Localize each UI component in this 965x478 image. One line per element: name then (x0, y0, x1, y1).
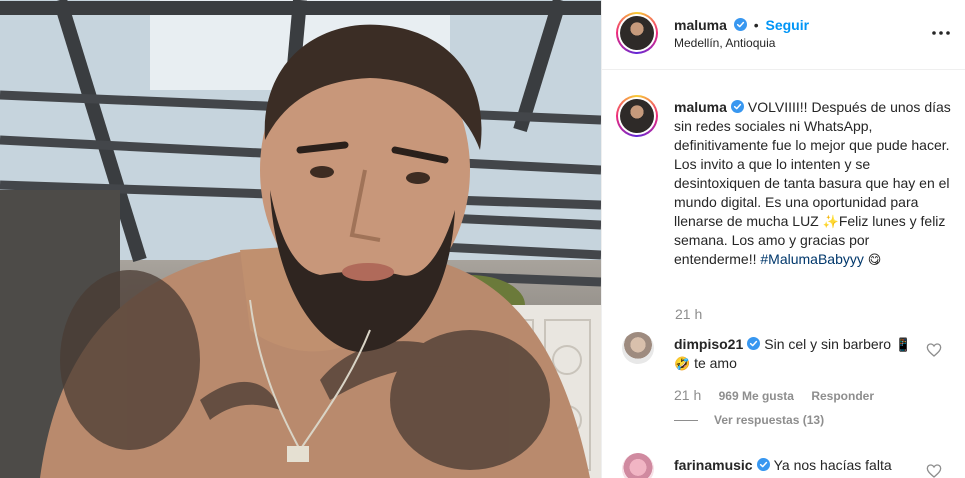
caption-username[interactable]: maluma (674, 99, 727, 115)
post-photo[interactable] (0, 0, 601, 478)
laughing-emoji: 🤣 (674, 356, 691, 371)
heart-icon[interactable] (926, 342, 942, 358)
comment-avatar[interactable] (622, 332, 654, 364)
caption-timestamp[interactable]: 21 h (675, 306, 702, 322)
author-username[interactable]: maluma (674, 17, 727, 33)
verified-badge-icon (730, 100, 744, 113)
header-user-line: maluma • Seguir (674, 17, 809, 33)
post-caption: maluma VOLVIIII!! Después de unos días si… (674, 98, 954, 269)
comment-text: Sin cel y sin barbero (764, 336, 892, 352)
caption-text: VOLVIIII!! Después de unos días sin rede… (674, 99, 951, 229)
sparkles-emoji: ✨ (822, 214, 839, 229)
comment-text: Ya nos hacías falta (773, 457, 892, 473)
comment-item: dimpiso21 Sin cel y sin barbero 📱 🤣 te am… (674, 335, 924, 373)
phone-emoji: 📱 (894, 337, 912, 352)
view-replies-label: Ver respuestas (13) (714, 413, 825, 427)
comment-text-2: te amo (694, 355, 737, 371)
selfie-image (0, 0, 601, 478)
replies-divider (674, 419, 698, 421)
separator-dot: • (753, 17, 759, 33)
verified-badge-icon (756, 458, 770, 471)
comment-username[interactable]: farinamusic (674, 457, 753, 473)
caption-hashtag[interactable]: #MalumaBabyyy (760, 251, 864, 267)
comment-item: farinamusic Ya nos hacías falta (674, 456, 924, 475)
caption-author-avatar[interactable] (616, 95, 658, 137)
view-replies-button[interactable]: Ver respuestas (13) (674, 413, 824, 427)
post-side-panel: maluma • Seguir Medellín, Antioquia malu… (601, 0, 965, 478)
post-header: maluma • Seguir Medellín, Antioquia (602, 0, 965, 70)
author-avatar[interactable] (616, 12, 658, 54)
comment-avatar[interactable] (622, 453, 654, 478)
yum-emoji: 😋 (867, 252, 882, 267)
more-options-icon[interactable] (930, 22, 952, 44)
follow-button[interactable]: Seguir (766, 17, 810, 33)
comment-age[interactable]: 21 h (674, 387, 701, 403)
comment-meta: 21 h 969 Me gusta Responder (674, 387, 874, 403)
verified-badge-icon (733, 18, 747, 31)
post-location[interactable]: Medellín, Antioquia (674, 36, 775, 50)
heart-icon[interactable] (926, 463, 942, 478)
comment-likes[interactable]: 969 Me gusta (719, 389, 794, 403)
reply-button[interactable]: Responder (811, 389, 874, 403)
comment-username[interactable]: dimpiso21 (674, 336, 743, 352)
verified-badge-icon (747, 337, 761, 350)
